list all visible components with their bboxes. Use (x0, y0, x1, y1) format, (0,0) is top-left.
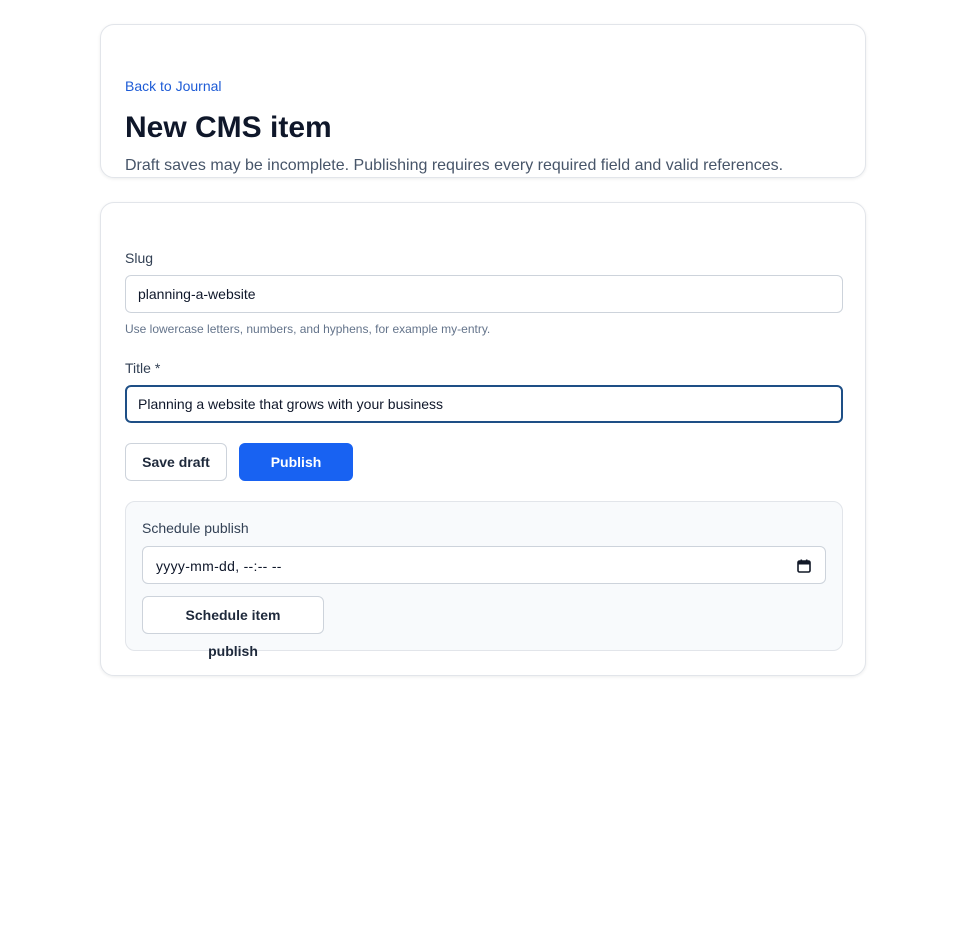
schedule-publish-label: Schedule publish (142, 520, 249, 536)
title-label: Title * (125, 360, 161, 376)
page-subtitle: Draft saves may be incomplete. Publishin… (125, 157, 784, 174)
schedule-datetime-input[interactable]: yyyy-mm-dd, --:-- -- (142, 546, 826, 584)
title-input[interactable] (125, 385, 843, 423)
page-title: New CMS item (125, 111, 332, 144)
slug-label: Slug (125, 250, 154, 266)
save-draft-button[interactable]: Save draft (125, 443, 227, 481)
schedule-datetime-placeholder: yyyy-mm-dd, --:-- -- (156, 558, 282, 574)
schedule-item-publish-button[interactable]: Schedule item publish (142, 596, 324, 659)
back-to-journal-link[interactable]: Back to Journal (125, 77, 222, 95)
publish-item-button[interactable]: Publish item (239, 443, 353, 506)
schedule-publish-panel: Schedule publish yyyy-mm-dd, --:-- -- Sc… (125, 501, 843, 659)
calendar-icon[interactable] (797, 559, 811, 573)
slug-hint: Use lowercase letters, numbers, and hyph… (125, 322, 491, 336)
slug-input[interactable] (125, 275, 843, 313)
page-header-card: Back to Journal New CMS item Draft saves… (100, 24, 866, 178)
cms-item-form: Slug Use lowercase letters, numbers, and… (100, 202, 866, 676)
